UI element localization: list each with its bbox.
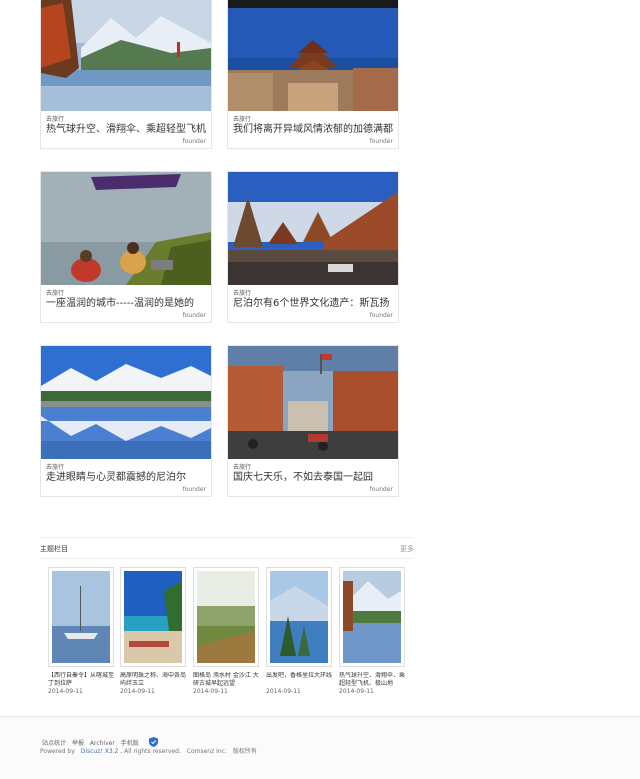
article-author[interactable]: founder — [41, 311, 211, 322]
rights-text: , All rights reserved. — [120, 748, 181, 755]
comsenz-link[interactable]: Comsenz Inc. — [187, 748, 227, 755]
topic-item-date: 2014-09-11 — [120, 688, 155, 695]
article-title[interactable]: 一座温润的城市-----温润的是她的 — [41, 297, 211, 311]
article-card[interactable]: 去旅行 一座温润的城市-----温润的是她的 founder — [40, 171, 212, 323]
topic-section-header: 主题栏目 更多 — [40, 537, 414, 559]
article-card[interactable]: 去旅行 国庆七天乐，不如去泰国一起囧 founder — [227, 345, 399, 497]
topic-item-date: 2014-09-11 — [48, 688, 83, 695]
topic-item-date: 2014-09-11 — [339, 688, 374, 695]
topic-item-title[interactable]: 图格岛 添水村 金沙江 大研古城早起远望 — [193, 672, 259, 688]
article-card[interactable]: 去旅行 走进眼睛与心灵都震撼的尼泊尔 founder — [40, 345, 212, 497]
topic-item[interactable]: 热气球升空、滑翔伞、乘超轻型飞机、极山地 2014-09-11 — [339, 567, 405, 696]
topic-item-image[interactable] — [120, 567, 186, 667]
topic-item-image[interactable] — [339, 567, 405, 667]
article-image[interactable] — [41, 346, 211, 459]
topic-item-title[interactable]: 高原明珠之称、海中各岛屿绊玉立 — [120, 672, 186, 688]
powered-by-label: Powered by — [40, 748, 75, 755]
topic-item-image[interactable] — [193, 567, 259, 667]
article-author[interactable]: founder — [41, 137, 211, 148]
article-card[interactable]: 去旅行 热气球升空、滑翔伞、乘超轻型飞机 founder — [40, 0, 212, 149]
article-image[interactable] — [228, 346, 398, 459]
footer: 站点统计 举报 Archiver 手机版 Powered by Discuz! … — [0, 716, 640, 779]
article-category[interactable]: 去旅行 — [228, 285, 398, 297]
article-category[interactable]: 去旅行 — [41, 111, 211, 123]
article-title[interactable]: 热气球升空、滑翔伞、乘超轻型飞机 — [41, 123, 211, 137]
topic-item-date: 2014-09-11 — [193, 688, 228, 695]
article-title[interactable]: 我们将离开异域风情浓郁的加德满都 — [228, 123, 398, 137]
article-image[interactable] — [41, 172, 211, 285]
topic-section-title: 主题栏目 — [40, 545, 68, 553]
article-author[interactable]: founder — [228, 311, 398, 322]
more-link[interactable]: 更多 — [400, 544, 414, 554]
topic-item[interactable]: 高原明珠之称、海中各岛屿绊玉立 2014-09-11 — [120, 567, 186, 696]
article-category[interactable]: 去旅行 — [228, 111, 398, 123]
article-card[interactable]: 去旅行 我们将离开异域风情浓郁的加德满都 founder — [227, 0, 399, 149]
article-author[interactable]: founder — [228, 137, 398, 148]
topic-item[interactable]: 出发吧，香格里拉大环线 2014-09-11 — [266, 567, 332, 696]
topic-item-title[interactable]: 出发吧，香格里拉大环线 — [266, 672, 332, 688]
topic-item-image[interactable] — [266, 567, 332, 667]
topic-item[interactable]: 【西行自秦令】从喀城至丁到拉萨 2014-09-11 — [48, 567, 114, 696]
article-card[interactable]: 去旅行 尼泊尔有6个世界文化遗产：斯瓦扬 founder — [227, 171, 399, 323]
article-image[interactable] — [41, 0, 211, 111]
article-title[interactable]: 尼泊尔有6个世界文化遗产：斯瓦扬 — [228, 297, 398, 311]
powered-by-line: Powered by Discuz! X3.2 , All rights res… — [40, 746, 257, 755]
article-author[interactable]: founder — [41, 485, 211, 496]
copyright-text: 版权所有 — [232, 748, 257, 755]
article-title[interactable]: 走进眼睛与心灵都震撼的尼泊尔 — [41, 471, 211, 485]
topic-item[interactable]: 图格岛 添水村 金沙江 大研古城早起远望 2014-09-11 — [193, 567, 259, 696]
article-category[interactable]: 去旅行 — [41, 459, 211, 471]
article-image[interactable] — [228, 172, 398, 285]
topic-item-image[interactable] — [48, 567, 114, 667]
article-category[interactable]: 去旅行 — [228, 459, 398, 471]
topic-item-title[interactable]: 【西行自秦令】从喀城至丁到拉萨 — [48, 672, 114, 688]
article-author[interactable]: founder — [228, 485, 398, 496]
topic-item-title[interactable]: 热气球升空、滑翔伞、乘超轻型飞机、极山地 — [339, 672, 405, 688]
discuz-link[interactable]: Discuz! — [81, 748, 103, 755]
version-link[interactable]: X3.2 — [105, 748, 119, 755]
article-image[interactable] — [228, 0, 398, 111]
topic-item-date: 2014-09-11 — [266, 688, 301, 695]
article-category[interactable]: 去旅行 — [41, 285, 211, 297]
article-title[interactable]: 国庆七天乐，不如去泰国一起囧 — [228, 471, 398, 485]
